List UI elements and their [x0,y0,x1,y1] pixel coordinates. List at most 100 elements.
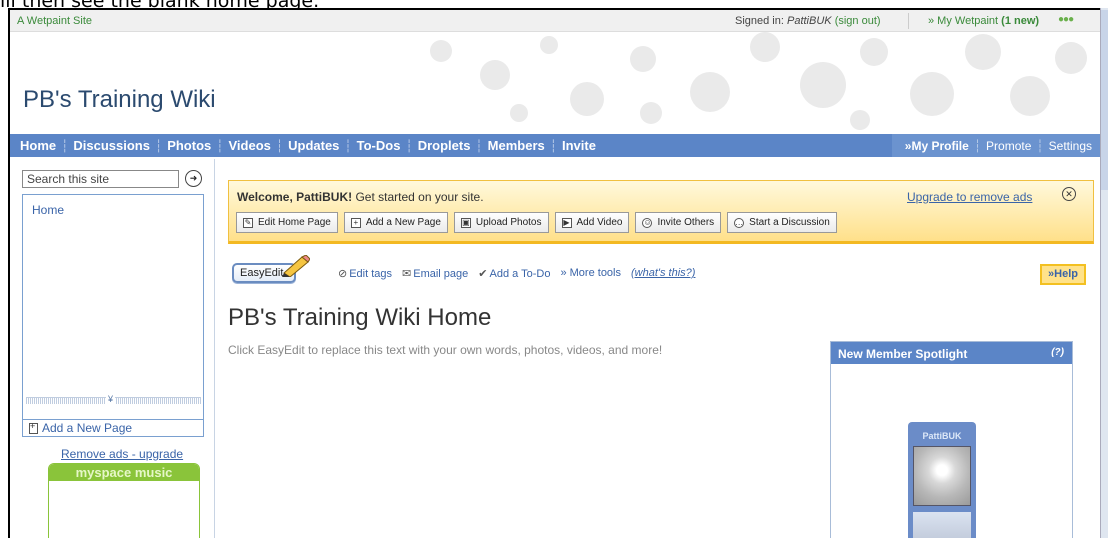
edit-icon: ✎ [243,217,253,228]
nav-tab-discussions[interactable]: Discussions [68,138,155,153]
welcome-buttons: ✎ Edit Home Page + Add a New Page ▣ Upload … [236,212,837,233]
remove-ads-link[interactable]: Remove ads - upgrade [61,447,183,461]
upload-photos-button[interactable]: ▣ Upload Photos [453,212,549,233]
signed-in-status: Signed in: PattiBUK (sign out) [735,15,881,27]
member-avatar[interactable] [913,446,971,506]
sign-out-link[interactable]: (sign out) [835,15,881,27]
my-wetpaint-label[interactable]: » My Wetpaint [928,15,998,27]
add-video-label[interactable]: Add Video [577,217,623,228]
add-video-button[interactable]: ▶ Add Video [554,212,630,233]
username-link[interactable]: PattiBUK [787,15,832,27]
member-card[interactable]: PattiBUK [908,422,976,538]
nav-separator: ┆ [344,138,352,153]
speech-bubble-icon: … [734,217,745,228]
invite-others-label[interactable]: Invite Others [657,217,714,228]
topbar-divider [908,13,909,29]
nav-separator: ┆ [216,138,224,153]
nav-separator: ┆ [275,138,284,153]
people-icon: ●●● [1058,14,1074,25]
search-go-icon[interactable]: ➜ [185,170,202,187]
member-name[interactable]: PattiBUK [908,431,976,441]
promote-link[interactable]: Promote [981,139,1036,153]
nav-tab-invite[interactable]: Invite [557,138,601,153]
nav-tab-photos[interactable]: Photos [162,138,216,153]
add-page-icon [29,421,38,434]
nav-tab-todos[interactable]: To-Dos [352,138,406,153]
add-page-icon: + [350,217,361,228]
add-new-page-link[interactable]: Add a New Page [22,420,204,437]
nav-separator: ┆ [405,138,413,153]
search-input[interactable] [22,170,179,188]
main-divider [214,159,215,538]
start-discussion-label[interactable]: Start a Discussion [749,217,830,228]
edit-home-page-button[interactable]: ✎ Edit Home Page [236,212,338,233]
edit-tags-label[interactable]: Edit tags [349,268,392,280]
caption-text: ill then see the blank home page. [0,0,1108,8]
welcome-greeting: Welcome, PattiBUK! [237,190,353,204]
nav-separator: ┆ [973,138,982,153]
email-page-link[interactable]: ✉ Email page [402,267,468,280]
site-header: PB's Training Wiki [10,32,1100,132]
nav-separator: ┆ [1036,138,1044,153]
nav-tab-droplets[interactable]: Droplets [413,138,476,153]
invite-icon: ☺ [642,217,653,228]
ad-brand-a: myspace [75,465,132,480]
page-list: Home ¥ [22,194,204,420]
myspace-music-logo: myspace music [49,464,199,481]
myspace-music-ad[interactable]: myspace music [48,463,200,538]
add-todo-label[interactable]: Add a To-Do [490,268,551,280]
add-todo-link[interactable]: ✔ Add a To-Do [478,267,550,280]
add-new-page-button[interactable]: + Add a New Page [343,212,448,233]
start-discussion-button[interactable]: … Start a Discussion [727,212,837,233]
nav-tab-updates[interactable]: Updates [283,138,344,153]
edit-tags-link[interactable]: ⊘ Edit tags [338,267,392,280]
welcome-message: Welcome, PattiBUK! Get started on your s… [237,190,484,204]
settings-link[interactable]: Settings [1044,139,1097,153]
tag-icon: ⊘ [338,268,348,280]
new-member-spotlight: New Member Spotlight (?) PattiBUK [830,341,1073,538]
upload-photos-label[interactable]: Upload Photos [476,217,542,228]
edit-home-page-label[interactable]: Edit Home Page [258,217,331,228]
scrollbar-thumb[interactable] [1101,10,1108,190]
my-profile-link[interactable]: »My Profile [900,139,974,153]
upgrade-link[interactable]: Upgrade to remove ads [907,190,1032,204]
add-new-page-label[interactable]: Add a New Page [42,421,132,435]
nav-tab-members[interactable]: Members [483,138,550,153]
chevron-down-icon[interactable]: ¥ [106,394,116,404]
nav-tab-videos[interactable]: Videos [223,138,275,153]
nav-right-links: »My Profile ┆ Promote ┆ Settings [891,134,1100,157]
site-title[interactable]: PB's Training Wiki [23,86,216,114]
spotlight-help-link[interactable]: (?) [1051,347,1064,358]
whats-this-link[interactable]: (what's this?) [631,267,695,280]
page-title: PB's Training Wiki Home [228,304,492,331]
more-tools-link[interactable]: » More tools [560,267,621,280]
page-list-item-home[interactable]: Home [32,203,64,217]
welcome-text: Get started on your site. [352,190,484,204]
nav-separator: ┆ [549,138,557,153]
invite-others-button[interactable]: ☺ Invite Others [635,212,722,233]
close-icon[interactable]: ✕ [1062,187,1076,201]
email-page-label[interactable]: Email page [413,268,468,280]
spotlight-header: New Member Spotlight (?) [831,342,1072,364]
nav-separator: ┆ [154,138,163,153]
wetpaint-site-link[interactable]: A Wetpaint Site [17,15,92,27]
add-new-page-label[interactable]: Add a New Page [366,217,441,228]
photo-icon: ▣ [460,217,471,228]
nav-separator: ┆ [475,138,483,153]
top-bar: A Wetpaint Site Signed in: PattiBUK (sig… [10,10,1100,32]
ad-brand-b: music [134,465,173,480]
spotlight-title: New Member Spotlight [838,347,968,361]
member-avatar-reflection [913,512,971,538]
my-wetpaint-link[interactable]: » My Wetpaint (1 new) [928,15,1039,27]
page-placeholder-text: Click EasyEdit to replace this text with… [228,343,663,357]
help-button[interactable]: »Help [1040,264,1086,285]
pencil-icon [282,255,310,277]
new-count-badge[interactable]: (1 new) [1001,15,1039,27]
nav-tabs: Home ┆ Discussions ┆ Photos ┆ Videos ┆ Updat… [10,134,601,157]
nav-tab-home[interactable]: Home [15,138,61,153]
nav-separator: ┆ [61,138,69,153]
toolbar-links: ⊘ Edit tags ✉ Email page ✔ Add a To-Do » Mo… [338,267,695,280]
header-bubble-pattern [390,32,1100,132]
signed-in-label: Signed in: [735,15,787,27]
envelope-icon: ✉ [402,268,412,280]
